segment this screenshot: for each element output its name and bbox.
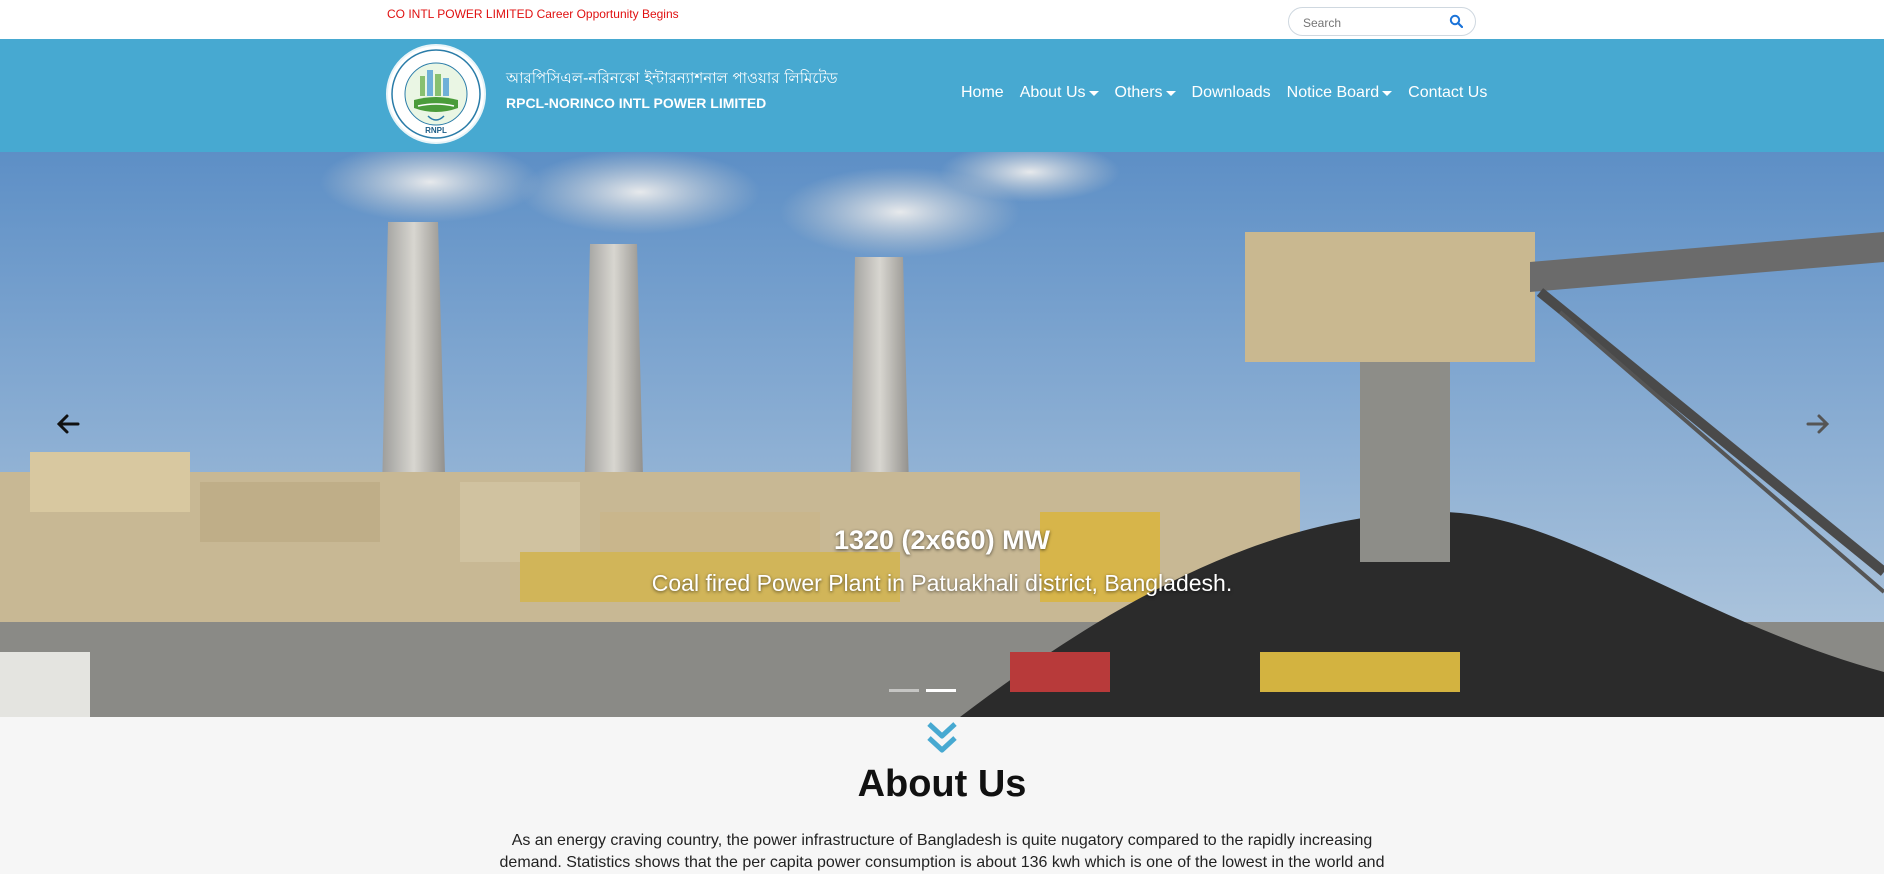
nav-label: About Us [1019, 84, 1086, 101]
power-plant-image [0, 152, 1884, 717]
nav-label: Others [1114, 84, 1163, 101]
logo-text: RNPL [425, 126, 447, 135]
scroll-down-chevron-icon[interactable] [926, 721, 958, 762]
company-logo[interactable]: RNPL [386, 44, 486, 144]
main-navbar [0, 39, 1884, 152]
nav-item-notice-board[interactable]: Notice Board [1287, 84, 1393, 102]
caret-down-icon [1382, 90, 1393, 96]
hero-carousel [0, 152, 1884, 717]
carousel-indicator-1[interactable] [889, 689, 919, 692]
top-bar: CO INTL POWER LIMITED Career Opportunity… [0, 0, 1884, 40]
nav-item-home[interactable]: Home [961, 84, 1004, 102]
nav-label: Home [961, 84, 1004, 101]
nav-label: Downloads [1191, 84, 1271, 101]
search-input[interactable] [1301, 12, 1445, 33]
brand-name-bangla: আরপিসিএল-নরিনকো ইন্টারন্যাশনাল পাওয়ার ল… [506, 69, 838, 87]
search-icon[interactable] [1449, 14, 1464, 33]
nav-menu: Home About Us Others Downloads Notice Bo… [961, 84, 1487, 102]
caret-down-icon [1088, 90, 1099, 96]
career-marquee[interactable]: CO INTL POWER LIMITED Career Opportunity… [387, 7, 679, 21]
nav-label: Contact Us [1408, 84, 1488, 101]
nav-label: Notice Board [1286, 84, 1380, 101]
about-text: As an energy craving country, the power … [499, 832, 1385, 871]
nav-item-others[interactable]: Others [1115, 84, 1176, 102]
brand-name-english: RPCL-NORINCO INTL POWER LIMITED [506, 95, 767, 111]
caret-down-icon [1165, 90, 1176, 96]
hero-title: 1320 (2x660) MW [833, 525, 1051, 555]
search-box[interactable] [1288, 7, 1476, 36]
hero-subtitle: Coal fired Power Plant in Patuakhali dis… [651, 570, 1233, 596]
nav-item-downloads[interactable]: Downloads [1192, 84, 1271, 102]
about-title: About Us [857, 763, 1027, 805]
nav-item-about-us[interactable]: About Us [1020, 84, 1099, 102]
nav-item-contact-us[interactable]: Contact Us [1408, 84, 1487, 102]
carousel-indicator-2[interactable] [926, 689, 956, 692]
